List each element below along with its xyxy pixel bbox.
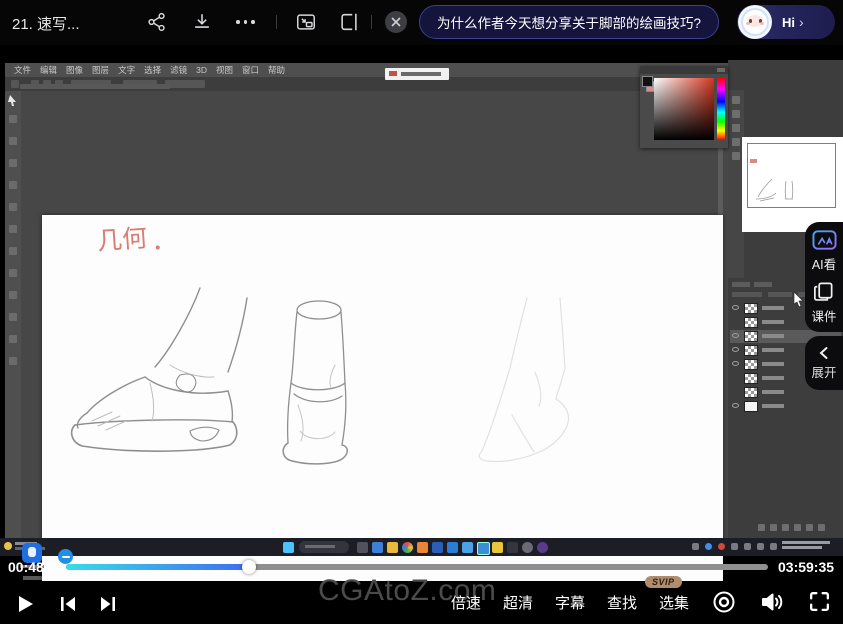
ai-view-label: AI看 — [812, 254, 836, 273]
record-button[interactable] — [711, 589, 737, 615]
chevron-left-icon — [817, 346, 831, 360]
next-episode-button[interactable] — [96, 592, 122, 618]
find-button[interactable]: 查找 — [607, 592, 637, 613]
drawing-canvas[interactable]: 几何 — [42, 215, 723, 581]
windows-taskbar — [0, 538, 843, 556]
taskbar-app-icon[interactable] — [357, 542, 368, 553]
hue-strip[interactable] — [717, 78, 725, 140]
expand-label: 展开 — [811, 362, 836, 381]
progress-fill — [66, 564, 249, 570]
panel-header — [640, 66, 728, 74]
taskbar-app-icon[interactable] — [417, 542, 428, 553]
ai-question-text: 为什么作者今天想分享关于脚部的绘画技巧? — [437, 12, 701, 32]
fullscreen-button[interactable] — [807, 589, 833, 615]
chevron-right-icon: › — [799, 14, 804, 30]
more-icon[interactable] — [236, 11, 258, 33]
top-bar: 21. 速写... — [0, 0, 843, 45]
current-time: 00:48:30 — [8, 559, 64, 575]
play-button[interactable] — [13, 592, 39, 618]
quality-button[interactable]: 超清 — [503, 592, 533, 613]
video-player-app: 21. 速写... — [0, 0, 843, 624]
mouse-cursor — [793, 292, 804, 307]
ai-view-button[interactable]: AI看 — [812, 229, 837, 273]
volume-button[interactable] — [759, 589, 785, 615]
foreground-swatch[interactable] — [642, 76, 653, 87]
total-duration: 03:59:35 — [778, 559, 834, 575]
svip-badge: SVIP — [645, 576, 682, 588]
share-icon[interactable] — [146, 11, 168, 33]
taskbar-app-icon[interactable] — [507, 542, 518, 553]
taskbar-app-icon[interactable] — [432, 542, 443, 553]
taskbar-app-icon[interactable] — [387, 542, 398, 553]
download-icon[interactable] — [191, 11, 213, 33]
color-gradient-field[interactable] — [654, 78, 714, 140]
ps-tool-bar — [5, 91, 21, 539]
expand-button[interactable]: 展开 — [805, 336, 843, 390]
layers-footer-icons[interactable] — [758, 524, 825, 531]
taskbar-app-icon[interactable] — [492, 542, 503, 553]
ai-question-pill[interactable]: 为什么作者今天想分享关于脚部的绘画技巧? — [419, 5, 719, 39]
pip-icon[interactable] — [295, 11, 317, 33]
close-icon[interactable] — [385, 11, 407, 33]
taskbar-app-icon[interactable] — [477, 542, 490, 555]
taskbar-app-icon[interactable] — [522, 542, 533, 553]
side-button-stack: AI看 课件 — [805, 222, 843, 332]
progress-bar[interactable] — [66, 564, 768, 570]
progress-row: 00:48:30 03:59:35 — [0, 556, 843, 580]
assistant-avatar — [738, 5, 772, 39]
navigator-panel — [742, 137, 843, 232]
taskbar-search[interactable] — [299, 541, 349, 553]
video-frame[interactable]: 文件编辑图像 图层文字选择 滤镜3D视图 窗口帮助 — [0, 45, 843, 556]
subtitle-button[interactable]: 字幕 — [555, 592, 585, 613]
navigator-annotation-mark — [750, 159, 757, 163]
taskbar-app-icon[interactable] — [537, 542, 548, 553]
taskbar-app-icon[interactable] — [462, 542, 473, 553]
courseware-icon — [812, 280, 835, 303]
speed-button[interactable]: 倍速 — [451, 592, 481, 613]
progress-handle[interactable] — [242, 560, 256, 574]
divider — [276, 15, 277, 29]
taskbar-clock — [782, 541, 830, 551]
ps-options-row2 — [20, 84, 170, 89]
ai-view-icon — [812, 229, 837, 251]
right-controls: 倍速 超清 字幕 查找 SVIP 选集 — [451, 580, 833, 624]
taskbar-app-icon[interactable] — [372, 542, 383, 553]
control-bar: 倍速 超清 字幕 查找 SVIP 选集 — [0, 580, 843, 624]
episodes-button[interactable]: SVIP 选集 — [659, 592, 689, 613]
ps-document-tab — [385, 68, 449, 80]
courseware-label: 课件 — [811, 306, 836, 325]
ai-assistant-button[interactable]: Hi › — [737, 5, 835, 39]
system-tray[interactable] — [692, 543, 777, 550]
divider — [371, 15, 372, 29]
start-button[interactable] — [283, 542, 294, 553]
video-title: 21. 速写... — [12, 13, 80, 34]
previous-episode-button[interactable] — [56, 592, 82, 618]
layer-row[interactable] — [730, 400, 841, 413]
ps-canvas-area: 几何 — [21, 91, 728, 539]
courseware-button[interactable]: 课件 — [811, 280, 836, 325]
ps-color-picker-panel — [640, 66, 728, 148]
taskbar-app-icon[interactable] — [402, 542, 413, 553]
sketch-drawing — [42, 215, 723, 581]
mirror-flip-icon[interactable] — [338, 11, 360, 33]
taskbar-app-icon[interactable] — [447, 542, 458, 553]
assistant-label: Hi — [782, 15, 795, 30]
